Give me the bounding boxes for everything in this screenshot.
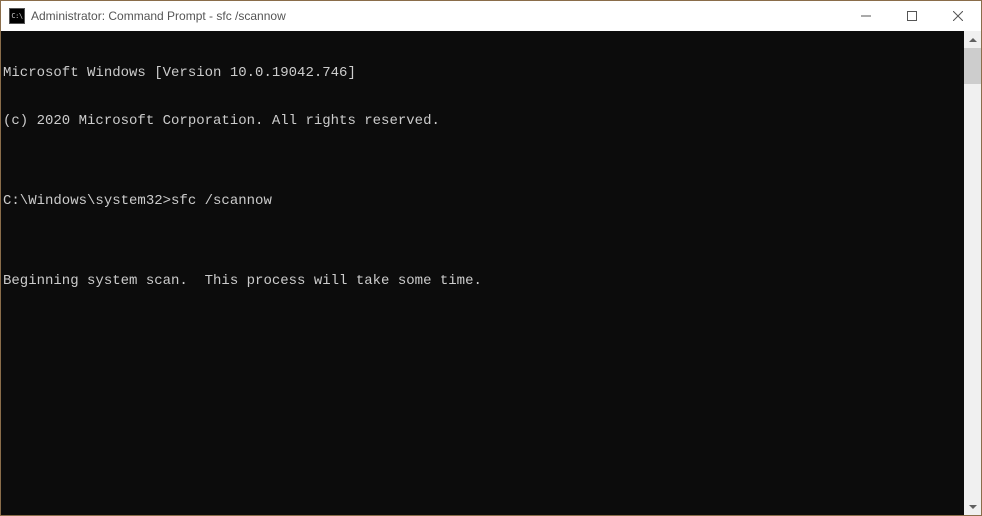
console-output[interactable]: Microsoft Windows [Version 10.0.19042.74… <box>1 31 964 515</box>
chevron-up-icon <box>969 38 977 42</box>
scrollbar-track[interactable] <box>964 48 981 498</box>
scrollbar-up-button[interactable] <box>964 31 981 48</box>
scrollbar-down-button[interactable] <box>964 498 981 515</box>
console-line: (c) 2020 Microsoft Corporation. All righ… <box>3 113 964 129</box>
maximize-button[interactable] <box>889 1 935 31</box>
titlebar[interactable]: C:\ Administrator: Command Prompt - sfc … <box>1 1 981 31</box>
minimize-icon <box>861 11 871 21</box>
cmd-icon-label: C:\ <box>11 13 22 20</box>
window-controls <box>843 1 981 31</box>
cmd-icon: C:\ <box>9 8 25 24</box>
console-line: Beginning system scan. This process will… <box>3 273 964 289</box>
chevron-down-icon <box>969 505 977 509</box>
console-line: Microsoft Windows [Version 10.0.19042.74… <box>3 65 964 81</box>
close-icon <box>953 11 963 21</box>
command-prompt-window: C:\ Administrator: Command Prompt - sfc … <box>0 0 982 516</box>
maximize-icon <box>907 11 917 21</box>
console-wrap: Microsoft Windows [Version 10.0.19042.74… <box>1 31 981 515</box>
console-line: C:\Windows\system32>sfc /scannow <box>3 193 964 209</box>
minimize-button[interactable] <box>843 1 889 31</box>
window-title: Administrator: Command Prompt - sfc /sca… <box>31 9 843 23</box>
vertical-scrollbar[interactable] <box>964 31 981 515</box>
scrollbar-thumb[interactable] <box>964 48 981 84</box>
close-button[interactable] <box>935 1 981 31</box>
